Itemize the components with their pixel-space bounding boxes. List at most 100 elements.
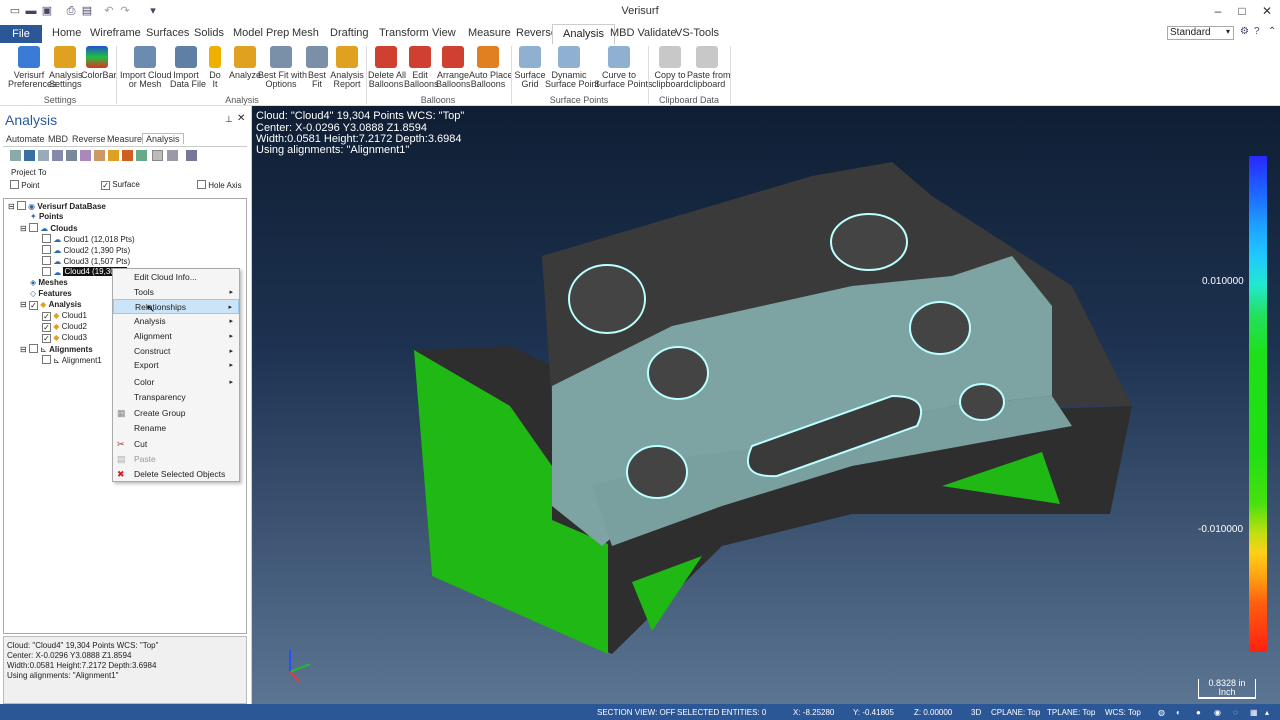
close-panel-icon[interactable]: ✕ [237, 113, 245, 124]
menu-solids[interactable]: Solids [194, 27, 224, 39]
tree-points[interactable]: ✦ Points [30, 212, 63, 221]
analyze-button[interactable]: Analyze [229, 46, 261, 80]
toolbar-filter-icon[interactable] [186, 150, 197, 161]
best-fit-options-button[interactable]: Best Fit with Options [258, 46, 307, 89]
copy-to-clipboard-button[interactable]: Copy to clipboard [652, 46, 689, 89]
menu-model-prep[interactable]: Model Prep [233, 27, 289, 39]
colorbar-button[interactable]: ColorBar [81, 46, 117, 80]
delete-all-balloons-button[interactable]: Delete All Balloons [368, 46, 406, 89]
menu-item-cut[interactable]: ✂ Cut [113, 437, 239, 452]
3d-viewport[interactable]: Cloud: "Cloud4" 19,304 Points WCS: "Top"… [252, 106, 1280, 704]
toolbar-save-icon[interactable] [24, 150, 35, 161]
surface-grid-button[interactable]: Surface Grid [514, 46, 546, 89]
analysis-report-button[interactable]: Analysis Report [330, 46, 364, 89]
help-icon[interactable]: ? [1254, 26, 1260, 37]
tree-clouds[interactable]: ⊟ ☁ Clouds [20, 223, 78, 233]
view-icon[interactable]: ◐ [1176, 708, 1181, 717]
do-it-button[interactable]: Do It [205, 46, 225, 89]
pin-icon[interactable]: ⊥ [225, 114, 233, 125]
menu-reverse[interactable]: Reverse [516, 27, 557, 39]
menu-measure[interactable]: Measure [468, 27, 511, 39]
edit-balloons-button[interactable]: Edit Balloons [404, 46, 439, 89]
menu-mesh[interactable]: Mesh [292, 27, 319, 39]
tree-features[interactable]: ◇ Features [30, 289, 72, 298]
globe-icon[interactable]: ◍ [1158, 708, 1165, 717]
toolbar-tool-icon[interactable] [10, 150, 21, 161]
menu-drafting[interactable]: Drafting [330, 27, 369, 39]
tree-cloud-item[interactable]: ☁ Cloud2 (1,390 Pts) [42, 245, 130, 255]
maximize-icon[interactable]: □ [1231, 2, 1253, 20]
expand-icon[interactable]: ▴ [1265, 708, 1269, 717]
tplane-status[interactable]: TPLANE: Top [1047, 708, 1095, 717]
menu-home[interactable]: Home [52, 27, 81, 39]
verisurf-preferences-button[interactable]: Verisurf Preferences [8, 46, 57, 89]
toolbar-report-icon[interactable] [136, 150, 147, 161]
menu-item-analysis[interactable]: Analysis ▸ [113, 314, 239, 329]
import-cloud-button[interactable]: Import Cloud or Mesh [120, 46, 172, 89]
tab-mbd[interactable]: MBD [48, 134, 68, 144]
menu-wireframe[interactable]: Wireframe [90, 27, 141, 39]
surface-checkbox[interactable]: ✓ Surface [101, 180, 140, 190]
point-checkbox[interactable]: Point [10, 180, 39, 190]
menu-item-export[interactable]: Export ▸ [113, 358, 239, 373]
grid-icon[interactable]: ▦ [1250, 708, 1258, 717]
collapse-icon[interactable]: ⌃ [1268, 26, 1276, 37]
tab-measure[interactable]: Measure [107, 134, 142, 144]
analysis-settings-button[interactable]: Analysis Settings [49, 46, 83, 89]
menu-item-create-group[interactable]: ▦ Create Group [113, 406, 239, 421]
auto-place-balloons-button[interactable]: Auto Place Balloons [469, 46, 513, 89]
toolbar-measure-icon[interactable] [94, 150, 105, 161]
menu-vs-tools[interactable]: VS-Tools [675, 27, 719, 39]
menu-surfaces[interactable]: Surfaces [146, 27, 189, 39]
settings-icon[interactable]: ⚙ [1240, 26, 1249, 37]
tab-analysis[interactable]: Analysis [142, 133, 184, 144]
arrange-balloons-button[interactable]: Arrange Balloons [436, 46, 471, 89]
menu-item-rename[interactable]: Rename [113, 421, 239, 436]
toolbar-edit-icon[interactable] [52, 150, 63, 161]
tree-analysis[interactable]: ⊟ ✓ ◆ Analysis [20, 300, 81, 310]
menu-item-delete[interactable]: ✖ Delete Selected Objects [113, 467, 239, 482]
toolbar-color-icon[interactable] [122, 150, 133, 161]
tree-alignment-item[interactable]: ⊾ Alignment1 [42, 355, 102, 365]
menu-item-transparency[interactable]: Transparency [113, 390, 239, 405]
menu-transform[interactable]: Transform [379, 27, 429, 39]
part-model[interactable] [252, 106, 1280, 704]
menu-item-alignment[interactable]: Alignment ▸ [113, 329, 239, 344]
menu-mbd-validate[interactable]: MBD Validate [610, 27, 676, 39]
light-icon[interactable]: ◌ [1233, 708, 1238, 717]
tree-analysis-item[interactable]: ✓ ◆ Cloud1 [42, 311, 87, 321]
standard-select[interactable]: Standard [1167, 26, 1234, 40]
tree-alignments[interactable]: ⊟ ⊾ Alignments [20, 344, 93, 354]
render-icon[interactable]: ◉ [1214, 708, 1221, 717]
tree-cloud-item[interactable]: ☁ Cloud3 (1,507 Pts) [42, 256, 130, 266]
tree-meshes[interactable]: ◈ Meshes [30, 278, 68, 287]
curve-to-surface-points-button[interactable]: Curve to Surface Points [594, 46, 653, 89]
mode-status[interactable]: 3D [971, 708, 981, 717]
menu-item-color[interactable]: Color ▸ [113, 375, 239, 390]
dynamic-surface-point-button[interactable]: Dynamic Surface Point [545, 46, 599, 89]
tab-reverse[interactable]: Reverse [72, 134, 106, 144]
wcs-status[interactable]: WCS: Top [1105, 708, 1141, 717]
import-data-file-button[interactable]: Import Data File [170, 46, 206, 89]
section-view-status[interactable]: SECTION VIEW: OFF [597, 708, 676, 717]
toolbar-table-icon[interactable] [152, 150, 163, 161]
tree-root[interactable]: ⊟ ◉ Verisurf DataBase [8, 201, 106, 211]
paste-from-clipboard-button[interactable]: Paste from clipboard [687, 46, 731, 89]
tab-automate[interactable]: Automate [6, 134, 45, 144]
tree-analysis-item[interactable]: ✓ ◆ Cloud3 [42, 333, 87, 343]
toolbar-fit-icon[interactable] [80, 150, 91, 161]
toolbar-grid-icon[interactable] [38, 150, 49, 161]
menu-item-relationships[interactable]: Relationships ▸ [113, 299, 239, 314]
close-icon[interactable]: ✕ [1256, 2, 1278, 20]
toolbar-points-icon[interactable] [66, 150, 77, 161]
shading-icon[interactable]: ● [1196, 708, 1201, 717]
minimize-icon[interactable]: – [1207, 2, 1229, 20]
hole-axis-checkbox[interactable]: Hole Axis [197, 180, 242, 190]
best-fit-button[interactable]: Best Fit [305, 46, 329, 89]
menu-item-tools[interactable]: Tools ▸ [113, 285, 239, 300]
tree-cloud-item[interactable]: ☁ Cloud1 (12,018 Pts) [42, 234, 135, 244]
menu-view[interactable]: View [432, 27, 456, 39]
chevron-down-icon[interactable]: ▾ [1226, 27, 1230, 36]
cplane-status[interactable]: CPLANE: Top [991, 708, 1040, 717]
tree-analysis-item[interactable]: ✓ ◆ Cloud2 [42, 322, 87, 332]
